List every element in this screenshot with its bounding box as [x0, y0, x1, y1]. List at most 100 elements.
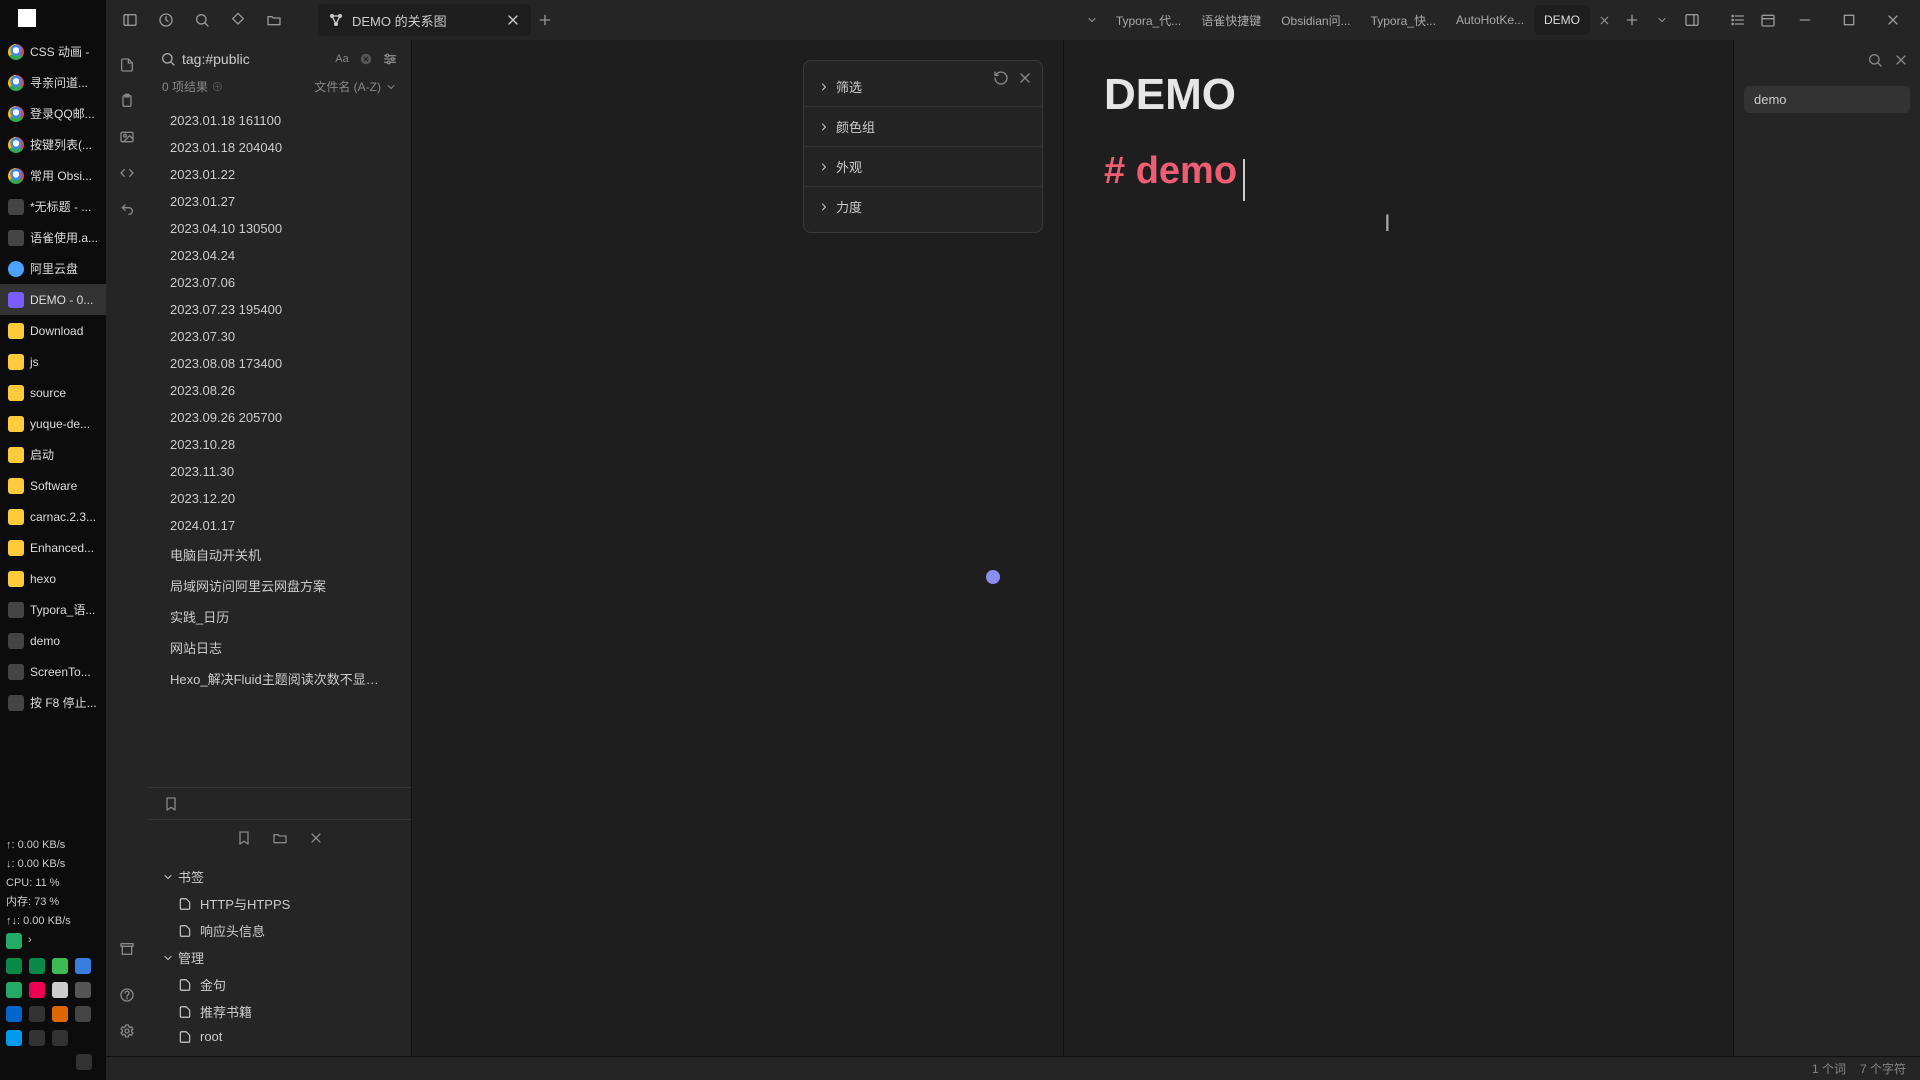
file-item[interactable]: 2023.08.26	[148, 377, 411, 404]
tab-doc[interactable]: Typora_代...	[1106, 12, 1191, 29]
file-item[interactable]: 2023.09.26 205700	[148, 404, 411, 431]
start-button[interactable]	[0, 0, 106, 36]
window-close-button[interactable]	[1872, 0, 1914, 40]
file-item[interactable]: 2023.12.20	[148, 485, 411, 512]
taskbar-item[interactable]: ScreenTo...	[0, 656, 106, 687]
graph-panel-row[interactable]: 颜色组	[804, 107, 1042, 147]
calendar-icon[interactable]	[1754, 6, 1782, 34]
bookmark-item[interactable]: HTTP与HTPPS	[148, 890, 411, 917]
list-icon[interactable]	[1724, 6, 1752, 34]
folder-icon[interactable]	[271, 829, 289, 847]
close-icon[interactable]	[1892, 51, 1910, 69]
clear-search-button[interactable]	[357, 50, 375, 68]
undo-icon[interactable]	[112, 194, 142, 224]
close-icon[interactable]	[1590, 6, 1618, 34]
tab-doc[interactable]: AutoHotKe...	[1446, 13, 1534, 27]
match-case-icon[interactable]: Aa	[333, 50, 351, 68]
search-icon[interactable]	[1866, 51, 1884, 69]
chevron-down-icon[interactable]	[1648, 6, 1676, 34]
bookmark-icon[interactable]	[162, 795, 180, 813]
taskbar-item[interactable]: Download	[0, 315, 106, 346]
taskbar-item[interactable]: 语雀使用.a...	[0, 222, 106, 253]
taskbar-item[interactable]: DEMO - 0...	[0, 284, 106, 315]
bookmark-item[interactable]: 响应头信息	[148, 917, 411, 944]
file-item[interactable]: 2023.07.23 195400	[148, 296, 411, 323]
editor-pane[interactable]: DEMO # demo I	[1064, 40, 1734, 1056]
taskbar-item[interactable]: Software	[0, 470, 106, 501]
bookmark-group[interactable]: 管理	[148, 944, 411, 971]
file-item[interactable]: 2023.01.18 161100	[148, 107, 411, 134]
sort-dropdown[interactable]: 文件名 (A-Z)	[314, 78, 397, 95]
tab-doc[interactable]: 语雀快捷键	[1191, 12, 1271, 29]
bookmark-item[interactable]: 推荐书籍	[148, 998, 411, 1025]
taskbar-item[interactable]: carnac.2.3...	[0, 501, 106, 532]
taskbar-item[interactable]: yuque-de...	[0, 408, 106, 439]
bookmark-item[interactable]: 金句	[148, 971, 411, 998]
taskbar-item[interactable]: 阿里云盘	[0, 253, 106, 284]
file-item[interactable]: 2023.08.08 173400	[148, 350, 411, 377]
code-icon[interactable]	[112, 158, 142, 188]
file-item[interactable]: 2023.11.30	[148, 458, 411, 485]
window-minimize-button[interactable]	[1784, 0, 1826, 40]
file-item[interactable]: Hexo_解决Fluid主题阅读次数不显示问题	[148, 663, 411, 694]
file-item[interactable]: 电脑自动开关机	[148, 539, 411, 570]
sidebar-toggle-icon[interactable]	[116, 6, 144, 34]
graph-node[interactable]	[986, 570, 1000, 584]
tag-icon[interactable]	[224, 6, 252, 34]
image-icon[interactable]	[112, 122, 142, 152]
bookmark-group[interactable]: 书签	[148, 863, 411, 890]
file-item[interactable]: 2024.01.17	[148, 512, 411, 539]
file-item[interactable]: 2023.10.28	[148, 431, 411, 458]
taskbar-item[interactable]: 按键列表(...	[0, 129, 106, 160]
bookmark-item[interactable]: root	[148, 1025, 411, 1048]
close-icon[interactable]	[505, 12, 521, 28]
file-item[interactable]: 局域网访问阿里云网盘方案	[148, 570, 411, 601]
chevron-down-icon[interactable]	[1078, 6, 1106, 34]
bookmark-add-icon[interactable]	[235, 829, 253, 847]
taskbar-item[interactable]: 登录QQ邮...	[0, 98, 106, 129]
taskbar-item[interactable]: js	[0, 346, 106, 377]
reset-icon[interactable]	[992, 69, 1010, 87]
tab-doc[interactable]: Typora_快...	[1361, 12, 1446, 29]
sidebar-right-icon[interactable]	[1678, 6, 1706, 34]
graph-panel-row[interactable]: 力度	[804, 187, 1042, 226]
file-icon[interactable]	[112, 50, 142, 80]
taskbar-item[interactable]: 启动	[0, 439, 106, 470]
file-item[interactable]: 2023.01.27	[148, 188, 411, 215]
history-icon[interactable]	[152, 6, 180, 34]
file-item[interactable]: 2023.07.30	[148, 323, 411, 350]
file-item[interactable]: 2023.07.06	[148, 269, 411, 296]
search-icon[interactable]	[188, 6, 216, 34]
file-item[interactable]: 2023.01.18 204040	[148, 134, 411, 161]
taskbar-item[interactable]: hexo	[0, 563, 106, 594]
taskbar-item[interactable]: 按 F8 停止...	[0, 687, 106, 718]
file-item[interactable]: 2023.04.10 130500	[148, 215, 411, 242]
file-item[interactable]: 网站日志	[148, 632, 411, 663]
outline-item[interactable]: demo	[1744, 86, 1910, 113]
archive-icon[interactable]	[112, 934, 142, 964]
help-icon[interactable]	[112, 980, 142, 1010]
window-maximize-button[interactable]	[1828, 0, 1870, 40]
taskbar-item[interactable]: CSS 动画 -	[0, 36, 106, 67]
settings-icon[interactable]	[381, 50, 399, 68]
file-item[interactable]: 实践_日历	[148, 601, 411, 632]
tab-doc[interactable]: DEMO	[1534, 5, 1590, 35]
tab-doc[interactable]: Obsidian问...	[1271, 12, 1360, 29]
search-input[interactable]: tag:#public	[160, 51, 327, 67]
close-icon[interactable]	[307, 829, 325, 847]
taskbar-item[interactable]: Enhanced...	[0, 532, 106, 563]
close-icon[interactable]	[1016, 69, 1034, 87]
graph-view[interactable]: 筛选颜色组外观力度	[412, 40, 1064, 1056]
clipboard-icon[interactable]	[112, 86, 142, 116]
taskbar-item[interactable]: 寻亲问道...	[0, 67, 106, 98]
new-tab-button[interactable]	[531, 6, 559, 34]
taskbar-item[interactable]: Typora_语...	[0, 594, 106, 625]
folder-icon[interactable]	[260, 6, 288, 34]
note-title[interactable]: DEMO	[1104, 70, 1693, 120]
file-item[interactable]: 2023.04.24	[148, 242, 411, 269]
taskbar-item[interactable]: demo	[0, 625, 106, 656]
taskbar-item[interactable]: *无标题 - ...	[0, 191, 106, 222]
taskbar-item[interactable]: 常用 Obsi...	[0, 160, 106, 191]
graph-panel-row[interactable]: 外观	[804, 147, 1042, 187]
gear-icon[interactable]	[112, 1016, 142, 1046]
